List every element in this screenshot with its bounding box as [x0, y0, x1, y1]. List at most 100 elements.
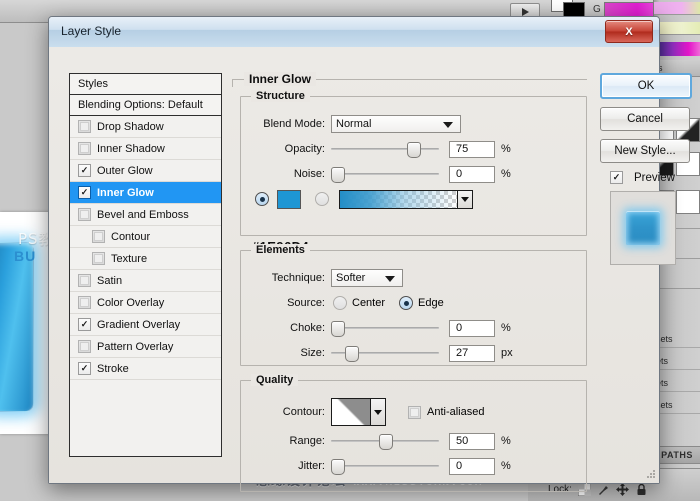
- checkbox-inner-glow[interactable]: [78, 186, 91, 199]
- slider-thumb[interactable]: [331, 459, 345, 475]
- inner-glow-options: Inner Glow Structure Blend Mode: Normal …: [232, 72, 587, 492]
- preset-list-item[interactable]: sets: [654, 330, 700, 348]
- technique-value: Softer: [336, 272, 366, 284]
- glow-color-swatch[interactable]: [277, 189, 301, 209]
- lock-all-icon[interactable]: [635, 483, 648, 496]
- choke-input[interactable]: 0: [449, 319, 495, 337]
- style-item-outer-glow[interactable]: Outer Glow: [70, 160, 221, 182]
- checkbox-preview[interactable]: [610, 171, 623, 184]
- noise-row: Noise: 0 %: [251, 163, 576, 185]
- style-item-bevel-and-emboss[interactable]: Bevel and Emboss: [70, 204, 221, 226]
- dialog-titlebar[interactable]: Layer Style X: [49, 17, 659, 48]
- slider-thumb[interactable]: [407, 142, 421, 158]
- blend-mode-select[interactable]: Normal: [331, 115, 461, 133]
- range-unit: %: [501, 435, 511, 447]
- style-item-inner-glow[interactable]: Inner Glow: [70, 182, 221, 204]
- preset-list-item[interactable]: ets: [654, 352, 700, 370]
- style-item-color-overlay[interactable]: Color Overlay: [70, 292, 221, 314]
- gradient-picker[interactable]: [339, 189, 473, 209]
- checkbox-contour[interactable]: [92, 230, 105, 243]
- opacity-row: Opacity: 75 %: [251, 138, 576, 160]
- choke-slider[interactable]: [331, 321, 439, 337]
- noise-slider[interactable]: [331, 167, 439, 183]
- preset-list-item[interactable]: ets: [654, 374, 700, 392]
- style-label: Satin: [97, 274, 123, 287]
- gradient-preset-row-2[interactable]: [654, 22, 700, 35]
- jitter-slider[interactable]: [331, 459, 439, 475]
- paths-panel-tab[interactable]: PATHS: [654, 446, 700, 464]
- slider-thumb[interactable]: [345, 346, 359, 362]
- contour-preview[interactable]: [331, 398, 371, 426]
- slider-track: [331, 173, 439, 175]
- new-style-button[interactable]: New Style...: [600, 139, 690, 163]
- styles-list-header: Styles: [70, 74, 221, 95]
- opacity-input[interactable]: 75: [449, 140, 495, 158]
- checkbox-texture[interactable]: [92, 252, 105, 265]
- checkbox-satin[interactable]: [78, 274, 91, 287]
- style-item-texture[interactable]: Texture: [70, 248, 221, 270]
- slider-track: [331, 327, 439, 329]
- gradient-preset-row-1[interactable]: [654, 2, 700, 15]
- checkbox-pattern-overlay[interactable]: [78, 340, 91, 353]
- jitter-row: Jitter: 0 %: [251, 455, 576, 477]
- preview-label: Preview: [634, 171, 675, 184]
- style-item-drop-shadow[interactable]: Drop Shadow: [70, 116, 221, 138]
- slider-thumb[interactable]: [331, 321, 345, 337]
- structure-section: Structure Blend Mode: Normal Opacity: 75…: [240, 90, 587, 254]
- close-button[interactable]: X: [605, 20, 653, 43]
- radio-solid-color[interactable]: [255, 192, 269, 206]
- brush-lock-icon[interactable]: [597, 483, 610, 496]
- radio-gradient[interactable]: [315, 192, 329, 206]
- checkbox-gradient-overlay[interactable]: [78, 318, 91, 331]
- slider-thumb[interactable]: [379, 434, 393, 450]
- opacity-slider[interactable]: [331, 142, 439, 158]
- style-label: Stroke: [97, 362, 129, 375]
- jitter-unit: %: [501, 460, 511, 472]
- style-item-satin[interactable]: Satin: [70, 270, 221, 292]
- blending-options-item[interactable]: Blending Options: Default: [70, 95, 221, 116]
- size-unit: px: [501, 347, 513, 359]
- range-row: Range: 50 %: [251, 430, 576, 452]
- opacity-label: Opacity:: [284, 143, 325, 155]
- style-item-gradient-overlay[interactable]: Gradient Overlay: [70, 314, 221, 336]
- style-label: Bevel and Emboss: [97, 208, 189, 221]
- checkbox-color-overlay[interactable]: [78, 296, 91, 309]
- chevron-down-icon[interactable]: [457, 190, 472, 208]
- layer-style-dialog: Layer Style X Styles Blending Options: D…: [48, 16, 692, 492]
- checkbox-stroke[interactable]: [78, 362, 91, 375]
- style-item-stroke[interactable]: Stroke: [70, 358, 221, 380]
- gradient-preset-row-3[interactable]: [654, 42, 700, 56]
- move-lock-icon[interactable]: [615, 482, 629, 496]
- size-label: Size:: [300, 347, 325, 359]
- chevron-down-icon[interactable]: [371, 398, 386, 426]
- radio-source-center[interactable]: [333, 296, 347, 310]
- choke-row: Choke: 0 %: [251, 317, 576, 339]
- size-slider[interactable]: [331, 346, 439, 362]
- slider-track: [331, 148, 439, 150]
- preset-list-item[interactable]: sets: [654, 396, 700, 414]
- noise-unit: %: [501, 168, 511, 180]
- range-slider[interactable]: [331, 434, 439, 450]
- range-input[interactable]: 50: [449, 432, 495, 450]
- radio-source-edge[interactable]: [399, 296, 414, 310]
- checkbox-drop-shadow[interactable]: [78, 120, 91, 133]
- technique-row: Technique: Softer: [251, 267, 576, 289]
- jitter-input[interactable]: 0: [449, 457, 495, 475]
- cancel-button[interactable]: Cancel: [600, 107, 690, 131]
- resize-grip[interactable]: [644, 469, 656, 481]
- size-input[interactable]: 27: [449, 344, 495, 362]
- checkbox-anti-aliased[interactable]: [408, 405, 421, 419]
- checkbox-outer-glow[interactable]: [78, 164, 91, 177]
- contour-picker[interactable]: [331, 398, 386, 426]
- style-item-pattern-overlay[interactable]: Pattern Overlay: [70, 336, 221, 358]
- slider-thumb[interactable]: [331, 167, 345, 183]
- noise-input[interactable]: 0: [449, 165, 495, 183]
- technique-select[interactable]: Softer: [331, 269, 403, 287]
- ok-button[interactable]: OK: [600, 73, 692, 99]
- checkbox-inner-shadow[interactable]: [78, 142, 91, 155]
- anti-aliased-label: Anti-aliased: [427, 406, 485, 418]
- checkbox-bevel-and-emboss[interactable]: [78, 208, 91, 221]
- style-item-inner-shadow[interactable]: Inner Shadow: [70, 138, 221, 160]
- style-item-contour[interactable]: Contour: [70, 226, 221, 248]
- preview-row: Preview: [610, 171, 692, 184]
